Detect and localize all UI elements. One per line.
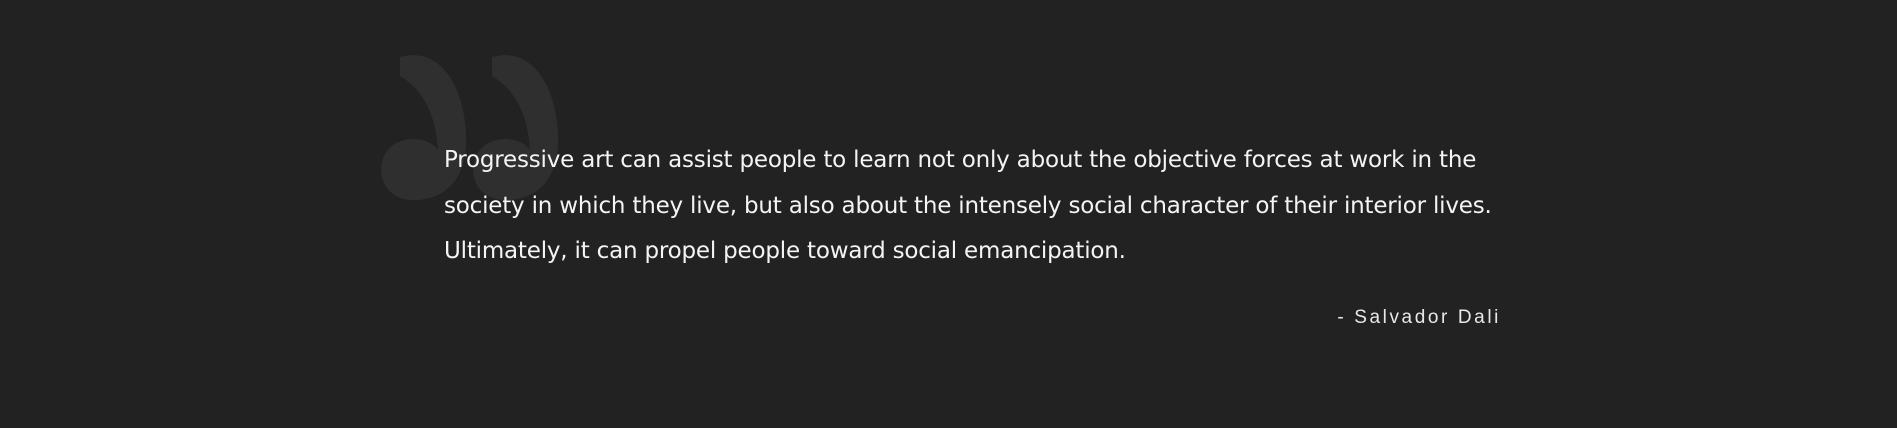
quote-text: Progressive art can assist people to lea…	[444, 147, 1492, 264]
testimonial-quote-section: Progressive art can assist people to lea…	[0, 0, 1897, 428]
quote-author: - Salvador Dali	[1337, 307, 1501, 328]
